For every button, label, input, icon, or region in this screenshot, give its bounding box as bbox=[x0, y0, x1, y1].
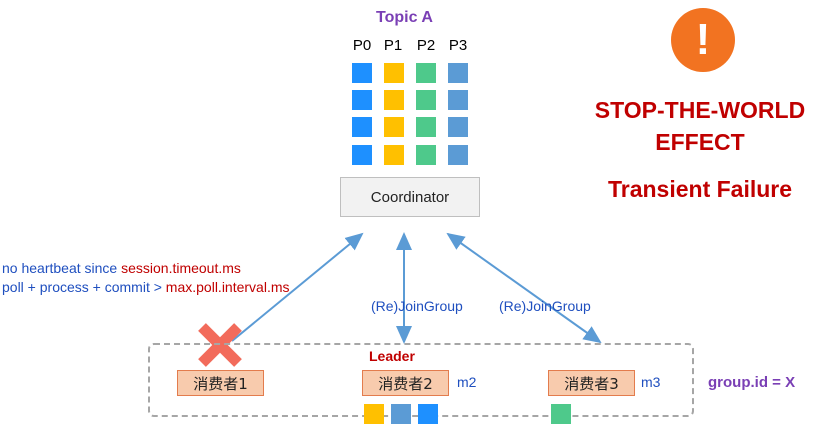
consumer-3: 消费者3 bbox=[548, 370, 635, 396]
consumer-2: 消费者2 bbox=[362, 370, 449, 396]
note-no-heartbeat: no heartbeat since session.timeout.ms bbox=[2, 260, 241, 276]
max-poll-interval-config: max.poll.interval.ms bbox=[165, 279, 290, 295]
transient-failure-heading: Transient Failure bbox=[607, 176, 793, 202]
consumer3-partition-0 bbox=[551, 404, 571, 424]
note-no-heartbeat-text: no heartbeat since bbox=[2, 260, 122, 276]
member-id-m2: m2 bbox=[457, 374, 477, 390]
consumer2-partition-1 bbox=[391, 404, 411, 424]
group-id-label: group.id = X bbox=[708, 374, 796, 391]
warning-icon: ! bbox=[671, 8, 735, 72]
member-id-m3: m3 bbox=[641, 374, 661, 390]
rejoin-label-consumer3: (Re)JoinGroup bbox=[499, 298, 591, 314]
leader-label: Leader bbox=[369, 348, 415, 364]
rejoin-label-consumer2: (Re)JoinGroup bbox=[371, 298, 463, 314]
consumer2-partition-0 bbox=[364, 404, 384, 424]
stop-the-world-line1: STOP-THE-WORLD bbox=[594, 97, 806, 123]
session-timeout-config: session.timeout.ms bbox=[121, 260, 241, 276]
note-poll-interval-text: poll + process + commit > bbox=[2, 279, 166, 295]
consumer2-partition-2 bbox=[418, 404, 438, 424]
arrow-consumer3-coordinator bbox=[446, 232, 602, 344]
consumer-1: 消费者1 bbox=[177, 370, 264, 396]
stop-the-world-heading: STOP-THE-WORLD EFFECT bbox=[560, 94, 831, 158]
note-poll-interval: poll + process + commit > max.poll.inter… bbox=[2, 279, 290, 295]
stop-the-world-line2: EFFECT bbox=[655, 129, 745, 155]
